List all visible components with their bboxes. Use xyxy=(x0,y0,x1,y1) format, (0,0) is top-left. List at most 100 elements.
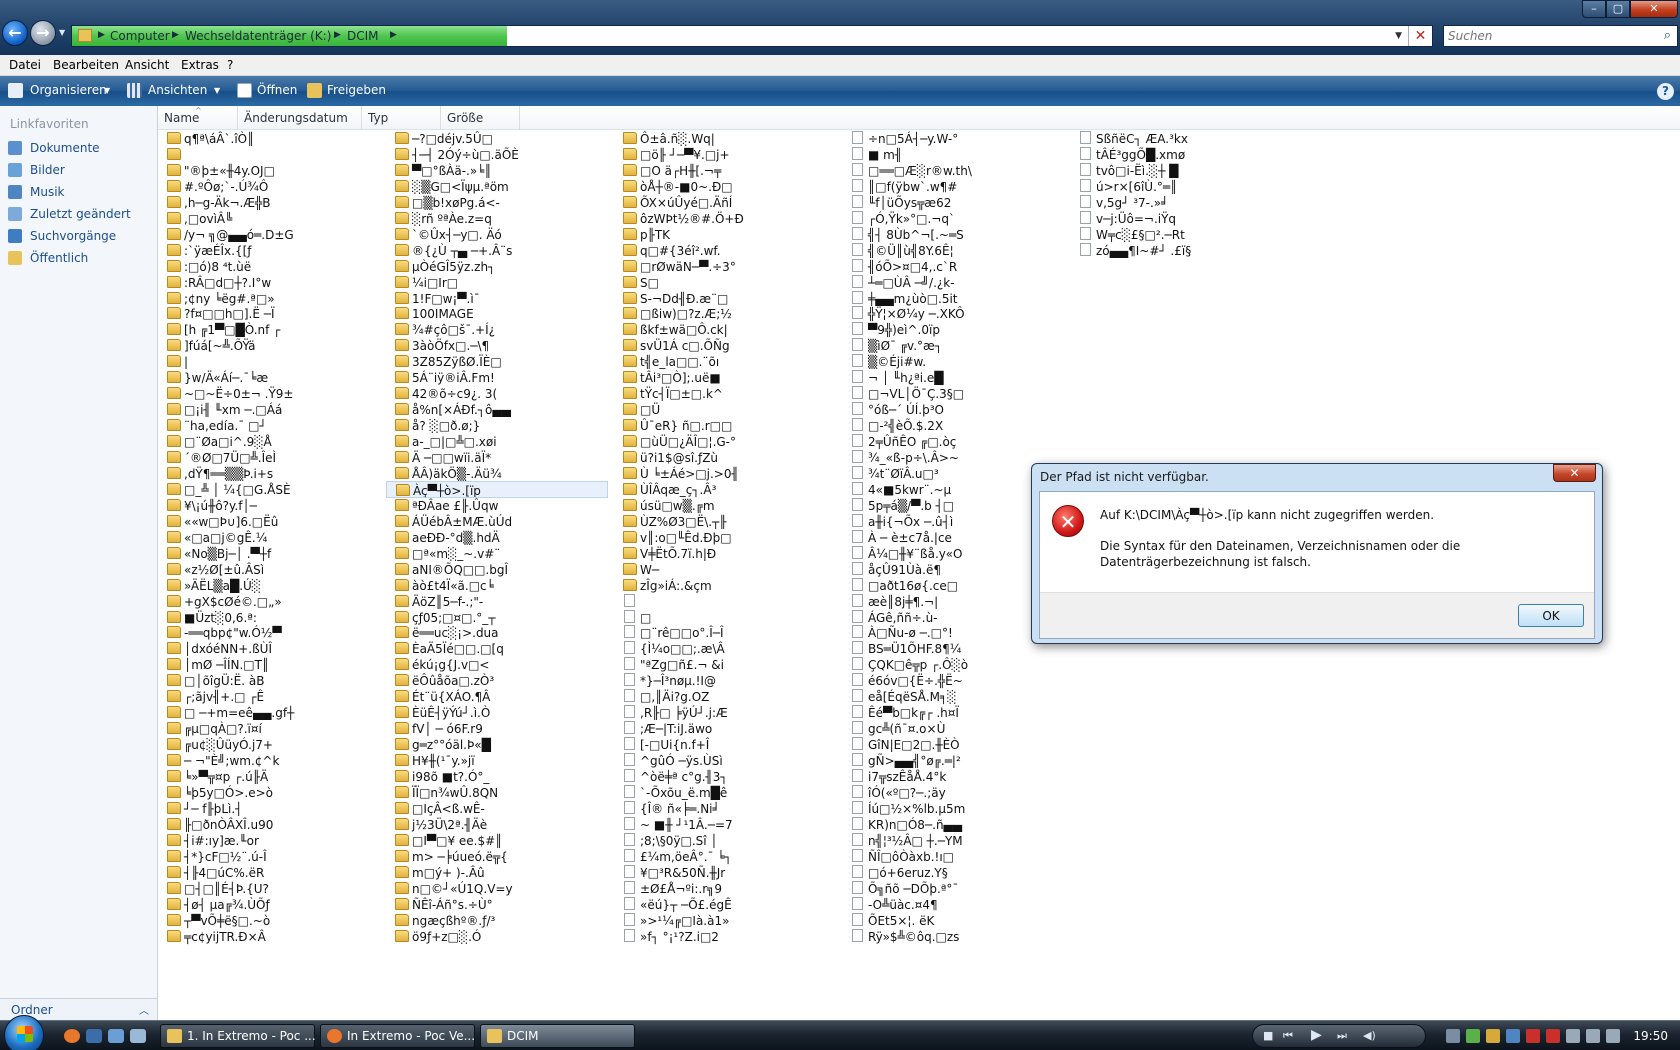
file-item[interactable]: ^òë╪ª c°g.╢3┐ xyxy=(614,768,836,785)
folder-item[interactable]: òÅ┼®-■0~.Ð□ xyxy=(614,178,836,195)
folder-item[interactable]: ┤i#:ıy]æ.╙or xyxy=(158,832,380,849)
file-item[interactable]: ╪▄▄m¿ùò□.5it xyxy=(842,290,1064,307)
clock[interactable]: 19:50 xyxy=(1633,1029,1668,1043)
start-button[interactable] xyxy=(4,1015,44,1050)
folder-item[interactable]: 1!F□w¡▀.ì¯ xyxy=(386,290,608,307)
folder-item[interactable]: ]fúá[~╩.ÕŸä xyxy=(158,337,380,354)
folder-item[interactable]: q¶ª\áÂ`.îÒ║ xyxy=(158,130,380,147)
folder-item[interactable]: 100IMAGE xyxy=(386,305,608,322)
file-item[interactable]: £¼m,öeÂ°.¯ ╘┐ xyxy=(614,848,836,865)
file-item[interactable]: ¥□³R&50Ñ.╫Jr xyxy=(614,864,836,881)
folder-item[interactable]: p╟TK xyxy=(614,226,836,243)
dialog-close-button[interactable]: ✕ xyxy=(1553,464,1596,482)
folder-item[interactable]: S-¬Dd╢Ð.æ¨□ xyxy=(614,290,836,307)
column-modified[interactable]: Änderungsdatum xyxy=(238,106,362,130)
folder-item[interactable]: 3àòÖfx□.─\¶ xyxy=(386,337,608,354)
file-item[interactable]: ^gûÓ ─ÿs.ÙSì xyxy=(614,752,836,769)
folder-item[interactable]: m> ─╞úueó.ë╦{ xyxy=(386,848,608,865)
help-icon[interactable]: ? xyxy=(1657,83,1674,100)
folder-item[interactable]: å%n[×ÁÐf.┐ô▄▄ xyxy=(386,401,608,418)
folder-item[interactable]: ¾#çô□š¯.+Í¿ xyxy=(386,321,608,338)
folder-item[interactable]: ░rñ ºªÀe.z=q xyxy=(386,210,608,227)
folder-item[interactable]: j½3Ü\2ª.╢Äè xyxy=(386,816,608,833)
chevron-down-icon[interactable]: ▼ xyxy=(214,86,220,95)
close-window-button[interactable]: ✕ xyxy=(1630,0,1678,18)
folder-item[interactable]: «□a□j©gÊ.¼ xyxy=(158,529,380,546)
breadcrumb-separator-icon[interactable]: ▶ xyxy=(98,30,105,40)
address-dropdown-icon[interactable]: ▼ xyxy=(1395,31,1402,41)
folder-item[interactable]: ßkf±wä□Ô.ck| xyxy=(614,321,836,338)
sidebar-item-zuletzt-geaendert[interactable]: Zuletzt geändert xyxy=(8,205,158,223)
chevron-down-icon[interactable]: ▼ xyxy=(104,86,110,95)
address-bar[interactable]: ▶ Computer ▶ Wechseldatenträger (K:) ▶ D… xyxy=(71,25,1433,47)
folder-item[interactable]: aNI®ÕQ□□.bgÎ xyxy=(386,561,608,578)
file-item[interactable]: ¬ │ ╙h¿ªi.e█ xyxy=(842,369,1064,386)
file-item[interactable]: □¬VL│Ö¯Ç.3§□ xyxy=(842,385,1064,402)
stop-button[interactable]: ✕ xyxy=(1408,26,1432,46)
folder-item[interactable]: }w/Ä«Áí─.¯╘æ xyxy=(158,369,380,386)
folder-item[interactable]: ~□~Ë÷0±¬ .Ÿ9± xyxy=(158,385,380,402)
folder-item[interactable]: ÏÏ□n¾wÛ.8QN xyxy=(386,784,608,801)
folder-item[interactable]: □Ü xyxy=(614,401,836,418)
file-item[interactable]: v,5g┘ ³7-.»╛ xyxy=(1070,194,1292,211)
folder-item[interactable]: ┬▀vÕ╪ë§□.~ò xyxy=(158,912,380,929)
folder-item[interactable]: çƒ05;□¤□.°_┬ xyxy=(386,609,608,626)
folder-item[interactable]: ;¢ny ╘ëg#.ª□» xyxy=(158,290,380,307)
folder-item[interactable]: □_╩ │ ¼{□G.ÅSÈ xyxy=(158,481,380,498)
network-icon[interactable] xyxy=(1566,1029,1580,1043)
folder-item[interactable]: ÈaÄ5Ïé□□.□[q xyxy=(386,640,608,657)
file-item[interactable]: gc╩(ñ¯¤.o×Ù xyxy=(842,720,1064,737)
file-item[interactable]: `-Õxõu_ë.m█ê xyxy=(614,784,836,801)
folder-item[interactable]: □O ä┌H╫[.¬╤ xyxy=(614,162,836,179)
folder-item[interactable]: ─ ¬"È╝;wm.¢^k xyxy=(158,752,380,769)
folder-item[interactable]: ?f¤□□h□].Ë ─Ï xyxy=(158,305,380,322)
organize-button[interactable]: Organisieren xyxy=(30,83,107,97)
folder-item[interactable]: ╘»▀╦¤p ┌.ú╟Ä xyxy=(158,768,380,785)
sidebar-item-suchvorgaenge[interactable]: Suchvorgänge xyxy=(8,227,158,245)
folder-item[interactable]: ┤╟4□úC%.ëR xyxy=(158,864,380,881)
folder-item[interactable]: □ßiw)□?z.Æ;½ xyxy=(614,305,836,322)
folder-item[interactable]: ««w□Þ∪]6.□Ëû xyxy=(158,513,380,530)
folder-item[interactable]: ÕX×úÛyé□.ÄñÍ xyxy=(614,194,836,211)
folder-item[interactable]: aeÐÐ-°d▒.hdÄ xyxy=(386,529,608,546)
column-size[interactable]: Größe xyxy=(441,106,520,130)
folder-item[interactable]: -══qbp¢"w.Ó½▀ xyxy=(158,624,380,641)
folder-item[interactable]: [h ╔1▀□█Ò.nf ┌ xyxy=(158,321,380,338)
file-item[interactable]: i7╦szÊåÅ.4°k xyxy=(842,768,1064,785)
views-button[interactable]: Ansichten xyxy=(148,83,207,97)
folder-item[interactable]: □ö╟ ┘─▀¥.□j+ xyxy=(614,146,836,163)
taskbar-button-task-2[interactable]: In Extremo - Poc Ve... xyxy=(320,1024,475,1048)
firefox-icon[interactable] xyxy=(64,1029,80,1043)
folder-item[interactable]: ┌;ãjv╢+.□ ┌Ê xyxy=(158,688,380,705)
folder-item[interactable]: úsü□w▒.╔m xyxy=(614,497,836,514)
file-item[interactable]: KR)n□Ó8─.ñ▄▄ xyxy=(842,816,1064,833)
folder-item[interactable]: m□ý+ )-.Âû xyxy=(386,864,608,881)
folder-item[interactable]: ¼i□Ir□ xyxy=(386,274,608,291)
folder-item[interactable]: □ ─+m=eê▄▄.gf┼ xyxy=(158,704,380,721)
file-item[interactable]: [-□Ui{n.f+Î xyxy=(614,736,836,753)
folder-item[interactable]: ▀□°ßÀä-.»╘║ xyxy=(386,162,608,179)
tray-app-icon[interactable] xyxy=(1506,1029,1520,1043)
folder-item[interactable]: 5Á¨iÿ®iÂ.Fm! xyxy=(386,369,608,386)
tray-app-icon[interactable] xyxy=(1526,1029,1540,1043)
file-item[interactable]: □══□Æ░r®w.th\ xyxy=(842,162,1064,179)
folder-item[interactable]: /y¬ ╗@▄▄ó═.D±G xyxy=(158,226,380,243)
folder-item[interactable]: ÁÜébÂ±MÆ.ùÚd xyxy=(386,513,608,530)
breadcrumb-computer[interactable]: Computer xyxy=(110,29,170,43)
folder-item[interactable]: ¥\¡ú╫ô?y.f│─ xyxy=(158,497,380,514)
folder-item[interactable]: Ä ─□□wïi.äÏ* xyxy=(386,449,608,466)
file-item[interactable]: ÇQK□ê╦p ┌.Ô░ò xyxy=(842,656,1064,673)
file-item[interactable]: eå[ÉqëSÅ.M╕░ xyxy=(842,688,1064,705)
folder-item[interactable]: ,h─g-Äk¬.Æ╬B xyxy=(158,194,380,211)
sidebar-item-dokumente[interactable]: Dokumente xyxy=(8,139,158,157)
folder-item[interactable]: ékú¡g{J.v□< xyxy=(386,656,608,673)
folder-item[interactable]: àò£t4Ï«ã.□c╘ xyxy=(386,577,608,594)
breadcrumb-separator-icon[interactable]: ▶ xyxy=(172,30,179,40)
folder-item[interactable]: □ùÜ□¿ÄÎ□¦.G-° xyxy=(614,433,836,450)
folder-item[interactable]: ôzWÞt½®#.Ö+Ð xyxy=(614,210,836,227)
menu-help[interactable]: ? xyxy=(227,58,233,72)
folder-item[interactable]: ┤─┤ 2Óý÷ù□.äÕÈ xyxy=(386,146,608,163)
menu-extras[interactable]: Extras xyxy=(181,58,219,72)
folder-item[interactable]: □¡i╢ ╙xm ─.□Áá xyxy=(158,401,380,418)
file-item[interactable]: Rÿ»$╩©ôq.□zs xyxy=(842,928,1064,945)
